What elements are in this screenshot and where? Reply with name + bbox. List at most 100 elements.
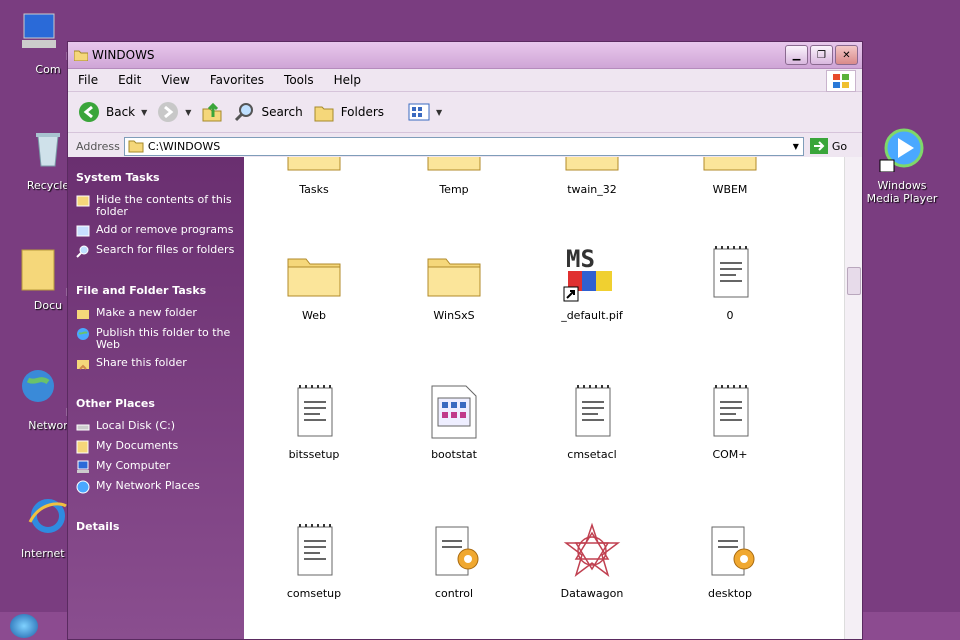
folders-button[interactable]: Folders	[313, 101, 384, 123]
place-my-network[interactable]: My Network Places	[76, 480, 236, 494]
section-header[interactable]: Other Places	[76, 397, 236, 410]
text-icon	[700, 382, 760, 442]
folder-icon	[424, 243, 484, 303]
menu-file[interactable]: File	[68, 73, 108, 87]
minimize-button[interactable]: ▁	[785, 45, 808, 65]
file-name: bitssetup	[288, 448, 340, 461]
title-bar[interactable]: WINDOWS ▁ ❐ ✕	[68, 42, 862, 69]
file-item[interactable]: bitssetup	[254, 382, 374, 461]
file-item[interactable]: twain_32	[532, 157, 652, 196]
file-item[interactable]: WinSxS	[394, 243, 514, 322]
folders-icon	[314, 106, 334, 122]
task-label: Share this folder	[96, 356, 187, 369]
section-header[interactable]: System Tasks	[76, 171, 236, 184]
file-name: 0	[726, 309, 734, 322]
computer-icon	[77, 460, 89, 473]
desktop-icon-windows-media-player[interactable]: Windows Media Player	[860, 124, 944, 205]
section-header[interactable]: File and Folder Tasks	[76, 284, 236, 297]
back-button[interactable]: Back ▼	[78, 101, 147, 123]
menu-help[interactable]: Help	[324, 73, 371, 87]
place-local-disk[interactable]: Local Disk (C:)	[76, 420, 236, 434]
file-name: Web	[302, 309, 326, 322]
up-folder-icon	[202, 102, 222, 122]
documents-folder-icon	[76, 440, 89, 454]
place-label: Local Disk (C:)	[96, 419, 176, 432]
share-folder-icon	[77, 360, 89, 370]
task-add-remove-programs[interactable]: Add or remove programs	[76, 224, 236, 238]
file-item[interactable]: Web	[254, 243, 374, 322]
svg-text:MS: MS	[566, 245, 595, 273]
file-name: comsetup	[286, 587, 342, 600]
task-label: Add or remove programs	[96, 223, 234, 236]
go-button[interactable]: Go	[809, 138, 848, 154]
file-name: cmsetacl	[567, 448, 617, 461]
explorer-window: WINDOWS ▁ ❐ ✕ File Edit View Favorites T…	[67, 41, 863, 640]
file-item[interactable]: Datawagon	[532, 521, 652, 600]
menu-edit[interactable]: Edit	[108, 73, 151, 87]
search-button[interactable]: Search	[233, 101, 303, 123]
task-hide-contents[interactable]: Hide the contents of this folder	[76, 194, 236, 218]
folder-icon	[128, 140, 144, 153]
file-item[interactable]: Temp	[394, 157, 514, 196]
file-item[interactable]: control	[394, 521, 514, 600]
dropdown-arrow-icon[interactable]: ▼	[436, 108, 442, 117]
file-name: desktop	[708, 587, 752, 600]
toolbar: Back ▼ ▼ Search Folders ▼	[68, 92, 862, 133]
close-button[interactable]: ✕	[835, 45, 858, 65]
dropdown-arrow-icon[interactable]: ▼	[789, 142, 803, 151]
file-item[interactable]: WBEM	[670, 157, 790, 196]
network-globe-icon	[22, 370, 55, 402]
place-label: My Computer	[96, 459, 171, 472]
task-publish-web[interactable]: Publish this folder to the Web	[76, 327, 236, 351]
forward-arrow-icon	[158, 102, 179, 122]
dropdown-arrow-icon[interactable]: ▼	[185, 108, 191, 117]
file-item[interactable]: bootstat	[394, 382, 514, 461]
menu-view[interactable]: View	[151, 73, 199, 87]
scrollbar-thumb[interactable]	[847, 267, 861, 295]
start-button[interactable]	[10, 614, 38, 638]
folder-icon	[424, 157, 484, 177]
go-label: Go	[831, 139, 848, 153]
file-item[interactable]: cmsetacl	[532, 382, 652, 461]
task-search-files[interactable]: Search for files or folders	[76, 244, 236, 258]
address-input[interactable]: C:\WINDOWS ▼	[123, 136, 804, 156]
file-name: COM+	[712, 448, 748, 461]
menu-bar: File Edit View Favorites Tools Help	[68, 69, 862, 92]
place-label: My Documents	[96, 439, 179, 452]
go-arrow-icon	[809, 138, 828, 154]
documents-folder-icon	[21, 249, 55, 291]
internet-explorer-icon	[28, 499, 67, 533]
file-name: Tasks	[299, 183, 329, 196]
menu-tools[interactable]: Tools	[274, 73, 324, 87]
restore-button[interactable]: ❐	[810, 45, 833, 65]
file-item[interactable]: Tasks	[254, 157, 374, 196]
file-name: Temp	[439, 183, 469, 196]
file-item[interactable]: COM+	[670, 382, 790, 461]
menu-favorites[interactable]: Favorites	[200, 73, 274, 87]
search-icon	[235, 103, 254, 122]
section-header[interactable]: Details	[76, 520, 236, 533]
file-item[interactable]: 0	[670, 243, 790, 322]
task-label: Hide the contents of this folder	[96, 193, 232, 218]
views-icon	[408, 103, 430, 121]
dropdown-arrow-icon[interactable]: ▼	[141, 108, 147, 117]
file-item[interactable]: comsetup	[254, 521, 374, 600]
text-icon	[562, 382, 622, 442]
desktop-icon-label: Windows Media Player	[866, 179, 938, 205]
other-places-section: Other Places Local Disk (C:) My Document…	[68, 397, 244, 494]
vertical-scrollbar[interactable]	[844, 157, 862, 639]
folders-label: Folders	[340, 105, 385, 119]
place-my-documents[interactable]: My Documents	[76, 440, 236, 454]
task-share-folder[interactable]: Share this folder	[76, 357, 236, 371]
file-item[interactable]: MS _default.pif	[532, 243, 652, 322]
folder-icon	[562, 157, 622, 177]
task-make-new-folder[interactable]: Make a new folder	[76, 307, 236, 321]
views-button[interactable]: ▼	[408, 103, 442, 121]
place-my-computer[interactable]: My Computer	[76, 460, 236, 474]
address-bar: Address C:\WINDOWS ▼ Go	[68, 133, 862, 160]
file-item[interactable]: desktop	[670, 521, 790, 600]
star-icon	[562, 521, 622, 581]
up-button[interactable]	[201, 101, 223, 123]
forward-button[interactable]: ▼	[157, 101, 191, 123]
back-label: Back	[106, 105, 136, 119]
